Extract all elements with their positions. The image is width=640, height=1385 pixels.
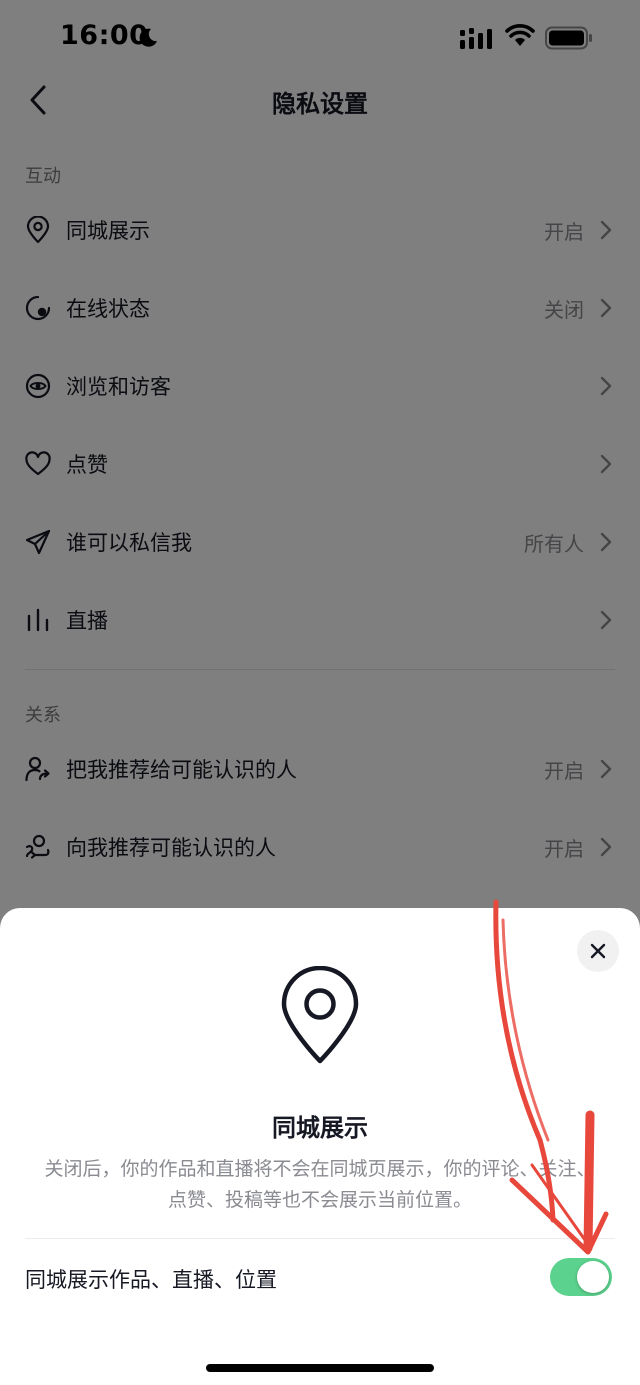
privacy-settings-page: 16:00 隐私设置 互动 xyxy=(0,0,640,1385)
close-icon xyxy=(590,943,606,959)
local-display-toggle[interactable] xyxy=(550,1258,612,1296)
sheet-title: 同城展示 xyxy=(272,1114,368,1142)
home-indicator xyxy=(206,1364,434,1372)
location-pin-icon xyxy=(281,966,359,1064)
sheet-divider xyxy=(25,1238,615,1239)
sheet-description: 关闭后，你的作品和直播将不会在同城页展示，你的评论、关注、点赞、投稿等也不会展示… xyxy=(44,1158,596,1211)
toggle-knob xyxy=(577,1261,609,1293)
bottom-sheet: 同城展示 关闭后，你的作品和直播将不会在同城页展示，你的评论、关注、点赞、投稿等… xyxy=(0,908,640,1385)
close-button[interactable] xyxy=(577,930,619,972)
local-display-toggle-label: 同城展示作品、直播、位置 xyxy=(25,1268,277,1292)
